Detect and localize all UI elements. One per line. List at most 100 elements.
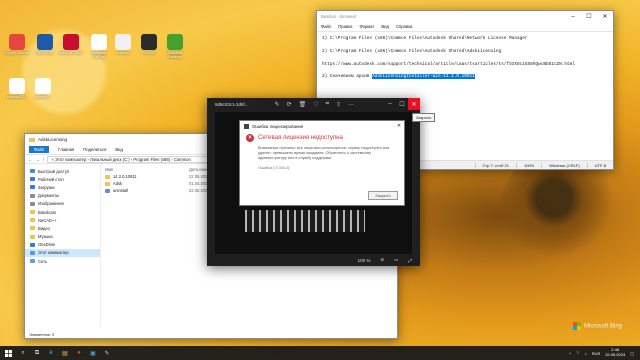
more-icon[interactable]: … — [348, 101, 354, 108]
desktop-icon[interactable]: Revit 2021 — [32, 34, 58, 56]
menu-edit[interactable]: Правка — [338, 24, 352, 29]
rotate-icon[interactable]: ⟳ — [287, 101, 292, 108]
nav-item[interactable]: NeCAD++ — [25, 216, 100, 224]
delete-icon[interactable]: 🗑 — [299, 101, 307, 108]
share-icon[interactable]: ⇪ — [336, 101, 341, 108]
notepad-icon[interactable]: ✎ — [100, 346, 114, 360]
ribbon-view-tab[interactable]: Вид — [115, 147, 123, 152]
nav-item[interactable]: Этот компьютер — [25, 248, 100, 258]
ribbon-file-tab[interactable]: Файл — [29, 146, 50, 153]
nav-item[interactable]: Загрузки — [25, 183, 100, 191]
ribbon-home-tab[interactable]: Главная — [58, 147, 74, 152]
start-button[interactable] — [0, 346, 16, 360]
up-arrow-icon[interactable]: ↑ — [42, 157, 44, 162]
filmstrip-icon[interactable]: ▭ — [394, 257, 398, 263]
text-line: 2) C:\Program Files (x86)\Common Files\A… — [322, 48, 502, 54]
language-indicator[interactable]: RUS — [592, 351, 600, 356]
nav-item-label: Рабочий стол — [38, 176, 64, 182]
nav-item-label: Документы — [38, 193, 60, 199]
folder-icon — [30, 193, 35, 198]
desktop-icon[interactable]: Autodesk Desktop — [162, 34, 188, 60]
photo-viewer-window[interactable]: 8d9c03c1-2d5f... ✎ ⟳ 🗑 ♡ ⌗ ⇪ … – ☐ ✕ Оши… — [207, 98, 420, 266]
notepad-titlebar[interactable]: Безбол - Блокнот – ☐ ✕ — [317, 11, 613, 22]
nav-item[interactable]: Сеть — [25, 257, 100, 265]
ribbon-share-tab[interactable]: Поделиться — [83, 147, 106, 152]
file-explorer-icon[interactable]: ▤ — [58, 346, 72, 360]
windows-logo-icon — [4, 349, 12, 357]
maximize-icon[interactable]: ☐ — [396, 98, 408, 110]
desktop-icon-label: Revit 2021 — [36, 51, 54, 55]
nav-item[interactable]: Bandicam — [25, 208, 100, 216]
item-count: Элементов: 3 — [29, 331, 55, 337]
nav-item-label: Загрузки — [38, 184, 55, 190]
file-icon — [105, 188, 110, 193]
desktop-icon[interactable]: Google Chrome — [4, 34, 30, 56]
edge-icon[interactable]: e — [44, 346, 58, 360]
minimize-icon[interactable]: – — [384, 98, 396, 110]
nav-item[interactable]: Видео — [25, 224, 100, 232]
dialog-heading: Сетевая лицензия недоступна — [258, 135, 343, 141]
volume-icon[interactable]: ♪ — [585, 351, 587, 356]
dialog-heading-row: × Сетевая лицензия недоступна — [240, 131, 404, 145]
notifications-icon[interactable]: ▢ — [630, 351, 634, 356]
nav-item[interactable]: Изображения — [25, 200, 100, 208]
menu-help[interactable]: Справка — [396, 24, 412, 29]
photo-title: 8d9c03c1-2d5f... — [215, 101, 249, 107]
nav-item[interactable]: Музыка — [25, 233, 100, 241]
close-icon[interactable]: ✕ — [597, 11, 613, 22]
search-icon[interactable]: ⌕ — [16, 346, 30, 360]
file-name: uninstall — [113, 188, 129, 193]
close-icon[interactable]: ✕ — [408, 98, 420, 110]
maximize-icon[interactable]: ☐ — [581, 11, 597, 22]
desktop-icon[interactable]: photo64... — [30, 78, 56, 100]
nav-item-label: OneDrive — [38, 242, 56, 248]
nav-item-label: Музыка — [38, 234, 53, 240]
zoom-out-icon[interactable]: ⊖ — [380, 257, 384, 263]
tray-chevron-icon[interactable]: ^ — [569, 351, 571, 356]
folder-icon — [30, 201, 35, 206]
desktop-icon-label: Autodesk Desktop — [167, 51, 183, 59]
clock[interactable]: 2:46 22.05.2024 — [605, 347, 625, 358]
heart-icon[interactable]: ♡ — [313, 101, 318, 108]
desktop-icon-label: Google Chrome — [4, 51, 30, 55]
desktop-icon[interactable]: uninstall — [110, 34, 136, 56]
column-name[interactable]: Имя — [105, 167, 189, 172]
nav-item[interactable]: Рабочий стол — [25, 175, 100, 183]
desktop-icon[interactable]: autocadDT... — [4, 78, 30, 100]
folder-icon — [30, 242, 35, 247]
minimize-icon[interactable]: – — [565, 11, 581, 22]
menu-format[interactable]: Формат — [359, 24, 374, 29]
breadcrumb: « Этот компьютер › Локальный диск (C:) ›… — [51, 156, 191, 162]
photo-canvas: Ошибка лицензирования ✕ × Сетевая лиценз… — [215, 112, 412, 254]
file-name: 14.2.0.10911 — [113, 174, 137, 179]
app-icon — [63, 34, 79, 50]
network-icon[interactable]: ⌔ — [576, 350, 580, 356]
app-icon — [167, 34, 183, 50]
forward-arrow-icon[interactable]: → — [35, 157, 39, 162]
dialog-title: Ошибка лицензирования — [252, 123, 304, 129]
notepad-textarea[interactable]: 1) C:\Program Files (x86)\Common Files\A… — [317, 32, 613, 91]
folder-icon — [30, 185, 35, 190]
photos-icon[interactable]: ▣ — [86, 346, 100, 360]
menu-file[interactable]: Файл — [321, 24, 331, 29]
status-encoding: UTF-8 — [586, 162, 613, 168]
nav-item[interactable]: Документы — [25, 192, 100, 200]
nav-item-label: Видео — [38, 225, 50, 231]
status-position: Стр 7, стлб 21 — [474, 162, 516, 168]
nav-item[interactable]: Быстрый доступ — [25, 167, 100, 175]
license-error-dialog: Ошибка лицензирования ✕ × Сетевая лиценз… — [239, 120, 405, 206]
bing-watermark: Microsoft Bing — [572, 322, 622, 330]
menu-view[interactable]: Вид — [381, 24, 389, 29]
desktop-icon[interactable]: Autodesk ReCap — [86, 34, 112, 60]
desktop-icon[interactable]: AutoCAD 2021 — [58, 34, 84, 56]
app-icon — [35, 78, 51, 94]
nav-item[interactable]: OneDrive — [25, 241, 100, 249]
fit-icon[interactable]: ⤢ — [408, 258, 412, 263]
crop-icon[interactable]: ⌗ — [326, 101, 329, 108]
photo-viewer-titlebar[interactable]: 8d9c03c1-2d5f... ✎ ⟳ 🗑 ♡ ⌗ ⇪ … – ☐ ✕ — [207, 98, 420, 110]
task-view-icon[interactable]: ⧉ — [30, 346, 44, 360]
chrome-icon[interactable]: ● — [72, 346, 86, 360]
desktop-icon[interactable]: Civil 3D — [136, 34, 162, 56]
edit-icon[interactable]: ✎ — [275, 101, 280, 108]
back-arrow-icon[interactable]: ← — [28, 157, 32, 162]
